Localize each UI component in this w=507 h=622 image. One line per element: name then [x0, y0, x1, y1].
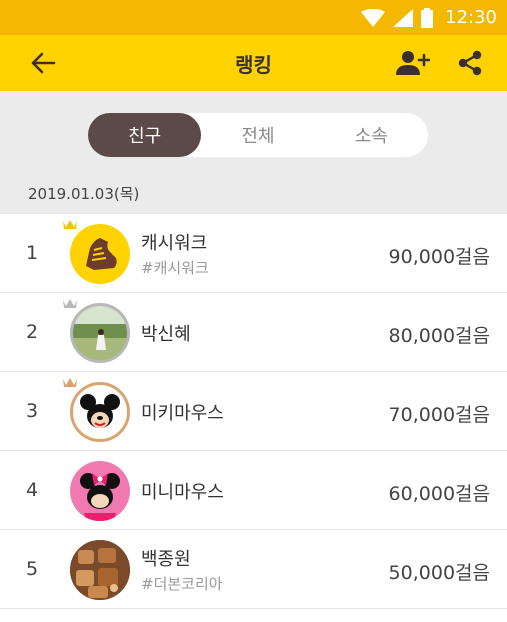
ranking-date: 2019.01.03(목) — [28, 185, 140, 203]
share-icon — [458, 50, 482, 76]
wifi-icon — [361, 8, 386, 27]
avatar — [68, 538, 132, 602]
tab-friends[interactable]: 친구 — [88, 113, 202, 157]
ranking-row[interactable]: 2 박신혜 80,000걸음 — [0, 293, 507, 372]
user-name: 캐시워크 — [141, 233, 208, 254]
rank-number: 3 — [26, 400, 39, 422]
silver-crown-icon — [63, 299, 77, 308]
rank-number: 1 — [26, 242, 39, 264]
avatar — [63, 378, 132, 444]
bronze-crown-icon — [63, 378, 77, 387]
step-count: 80,000걸음 — [388, 325, 490, 347]
avatar — [68, 459, 132, 523]
shoe-logo-icon — [70, 224, 130, 284]
user-group-tag: #캐시워크 — [141, 259, 209, 277]
tab-group[interactable]: 소속 — [315, 113, 428, 157]
user-group-tag: #더본코리아 — [141, 575, 223, 593]
avatar — [63, 299, 132, 365]
rank-number: 2 — [26, 321, 39, 343]
filter-area: 친구 전체 소속 2019.01.03(목) — [0, 91, 507, 214]
ranking-tabs: 친구 전체 소속 — [88, 113, 428, 157]
person-add-icon — [396, 51, 430, 75]
ranking-list: 1 캐시워크 #캐시워크 90,000걸음 2 박신혜 80,000걸음 3 미… — [0, 214, 507, 609]
rank-number: 4 — [26, 479, 39, 501]
status-time: 12:30 — [445, 7, 497, 28]
user-name: 백종원 — [141, 549, 191, 570]
step-count: 90,000걸음 — [388, 246, 490, 268]
minnie-mouse-icon — [70, 461, 130, 521]
ranking-row[interactable]: 3 미키마우스 70,000걸음 — [0, 372, 507, 451]
user-name: 미니마우스 — [141, 481, 224, 503]
add-friend-button[interactable] — [396, 47, 430, 79]
app-bar: 랭킹 — [0, 35, 507, 91]
battery-icon — [421, 7, 434, 28]
user-name: 미키마우스 — [141, 402, 224, 424]
page-title: 랭킹 — [235, 52, 272, 77]
food-photo — [70, 540, 130, 600]
user-name: 박신혜 — [141, 323, 191, 345]
ranking-row[interactable]: 1 캐시워크 #캐시워크 90,000걸음 — [0, 214, 507, 293]
gold-crown-icon — [63, 220, 77, 229]
status-bar: 12:30 — [0, 0, 507, 35]
ranking-row[interactable]: 4 미니마우스 60,000걸음 — [0, 451, 507, 530]
cellular-signal-icon — [393, 8, 414, 27]
mickey-mouse-icon — [70, 382, 130, 442]
step-count: 50,000걸음 — [388, 562, 490, 584]
share-button[interactable] — [453, 47, 487, 79]
step-count: 70,000걸음 — [388, 404, 490, 426]
ranking-row[interactable]: 5 백종원 #더본코리아 50,000걸음 — [0, 530, 507, 609]
tab-all[interactable]: 전체 — [201, 113, 314, 157]
step-count: 60,000걸음 — [388, 483, 490, 505]
rank-number: 5 — [26, 558, 39, 580]
avatar — [63, 220, 132, 286]
profile-photo — [70, 303, 130, 363]
